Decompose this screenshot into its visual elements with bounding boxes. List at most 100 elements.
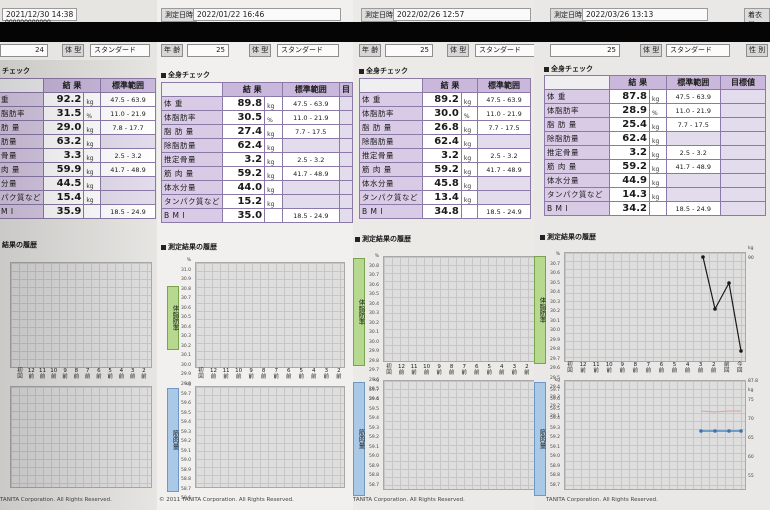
printout-panel-4: 測定日時 2022/03/26 13:13 着衣量 25 体 型 スタンダード …	[534, 0, 770, 510]
target-value	[720, 173, 766, 188]
history-x-axis: 初回 12前 11前 10前 9前 8前 7前 6前 5前 4前 3前 2前	[16, 368, 148, 386]
axis-tick: 59.2	[549, 435, 560, 440]
measurement-name: 体 重	[359, 92, 423, 107]
measurement-name: 筋 肉 量	[359, 162, 423, 177]
axis-tick: 58.8	[180, 477, 191, 482]
axis-tick: 30.0	[180, 362, 191, 368]
axis-tick: 58.7	[368, 482, 379, 488]
axis-tick: 58.9	[549, 463, 560, 469]
axis-tick: kg	[748, 388, 754, 393]
target-value	[339, 180, 353, 195]
measurement-name: 脂 肪 量	[161, 124, 223, 139]
measurement-row: 体 重 87.8 kg 47.5 - 63.9	[544, 89, 766, 104]
measurement-name: 分量	[0, 176, 44, 191]
measurement-unit: kg	[460, 148, 479, 163]
x-axis-label: 10前	[605, 362, 613, 374]
standard-range	[665, 173, 722, 188]
axis-tick: 59.7	[368, 387, 379, 393]
axis-tick: 30.3	[368, 311, 379, 316]
section-title: 全身チェック	[544, 64, 593, 74]
measurement-name: 体 重	[161, 96, 223, 111]
target-value	[339, 110, 353, 125]
table-header-row: 結 果 標準範囲 目	[161, 82, 353, 97]
x-axis-label: 2前	[141, 368, 147, 380]
measurement-value: 87.8	[609, 89, 650, 104]
measurement-row: パク質など 15.4 kg	[0, 190, 156, 205]
history-graph-body-fat	[195, 262, 345, 368]
measurement-value: 59.2	[221, 166, 266, 181]
measurement-value: 29.0	[42, 120, 85, 135]
measurement-value: 25.4	[609, 117, 650, 132]
axis-tick: %	[374, 254, 379, 259]
standard-range: 2.5 - 3.2	[281, 152, 341, 167]
section-title: チェック	[2, 67, 30, 75]
section-title: 全身チェック	[359, 66, 408, 76]
measurement-row: 脂 肪 量 27.4 kg 7.7 - 17.5	[161, 124, 353, 139]
axis-tick: 59.4	[549, 416, 560, 421]
axis-tick: 30.3	[549, 299, 560, 305]
target-value	[720, 159, 766, 174]
measurement-name: 体水分量	[161, 180, 223, 195]
x-axis-label: 12前	[579, 362, 587, 374]
axis-tick: 30.7	[549, 261, 560, 267]
measurement-name: 推定骨量	[544, 145, 610, 160]
measurement-value: 89.2	[422, 92, 462, 107]
standard-range	[100, 134, 156, 149]
measurement-value: 13.4	[422, 190, 462, 205]
standard-range: 11.0 - 21.9	[281, 110, 341, 125]
measurement-unit: kg	[264, 180, 283, 195]
x-axis-label: 6前	[658, 362, 665, 374]
measurement-value: 44.0	[221, 180, 266, 195]
axis-tick: 29.7	[368, 368, 379, 373]
standard-range	[665, 187, 722, 202]
x-axis-label: 2前	[710, 362, 717, 374]
gender-label: 性 別	[746, 44, 769, 57]
target-value	[339, 152, 353, 167]
result-header: 結 果	[422, 78, 478, 93]
axis-tick: 30.2	[368, 320, 379, 326]
measurement-name: 筋 肉 量	[161, 166, 223, 181]
age-label: 年 齢	[359, 44, 382, 57]
measurement-row: タンパク質など 14.3 kg	[544, 187, 766, 202]
axis-tick: 59.7	[180, 391, 191, 397]
axis-tick: 59.4	[368, 416, 379, 421]
measurement-row: 推定骨量 3.2 kg 2.5 - 3.2	[544, 145, 766, 160]
axis-tick	[748, 349, 762, 359]
history-x-axis: 初回 12前 11前 10前 9前 8前 7前 6前 5前 4前 3前 2前	[197, 368, 343, 386]
axis-tick: 30.4	[368, 301, 379, 307]
measurement-unit: kg	[83, 176, 102, 191]
axis-tick: 58.9	[180, 467, 191, 473]
history-title: 結果の履歴	[2, 241, 37, 249]
axis-tick: 58.7	[180, 486, 191, 492]
measurement-row: 体水分量 44.0 kg	[161, 180, 353, 195]
measurement-row: 体脂肪率 28.9% 11.0 - 21.9	[544, 103, 766, 118]
standard-range: 11.0 - 21.9	[665, 103, 722, 118]
axis-tick: 59.6	[180, 401, 191, 406]
measurement-table: 結 果 標準範囲 目標値 体 重 87.8 kg 47.5 - 63.9 体脂肪率 28.…	[544, 75, 766, 216]
measurement-row: 推定骨量 3.2 kg 2.5 - 3.2	[161, 152, 353, 167]
measurement-unit: kg	[83, 148, 102, 163]
measurement-row: 筋 肉 量 59.2 kg 41.7 - 48.9	[359, 162, 531, 177]
axis-tick: 70	[748, 416, 754, 422]
axis-tick: 59.3	[368, 425, 379, 431]
measurement-value: 35.9	[42, 204, 85, 219]
axis-tick: 29.9	[549, 337, 560, 343]
age-value: 25	[385, 44, 433, 57]
measurement-unit: %	[83, 106, 102, 121]
axis-tick	[748, 282, 762, 292]
redaction-bar	[0, 22, 770, 42]
axis-tick: 75	[748, 397, 754, 403]
measurement-row: 筋 肉 量 59.2 kg 41.7 - 48.9	[544, 159, 766, 174]
measurement-unit: kg	[460, 162, 479, 177]
measurement-value: 26.8	[422, 120, 462, 135]
printout-panel-3: 測定日時 2022/02/26 12:57 年 齢 25 体 型 スタンダード …	[353, 0, 534, 510]
measurement-row: タンパク質など 13.4 kg	[359, 190, 531, 205]
axis-tick: 59.5	[549, 406, 560, 412]
axis-tick: 55	[748, 473, 754, 479]
axis-tick: 30.4	[180, 324, 191, 330]
axis-tick	[748, 330, 762, 340]
measurement-value: 3.2	[609, 145, 650, 160]
measurement-name: 脂 肪 量	[544, 117, 610, 132]
axis-tick	[748, 405, 762, 415]
axis-tick	[748, 424, 762, 434]
